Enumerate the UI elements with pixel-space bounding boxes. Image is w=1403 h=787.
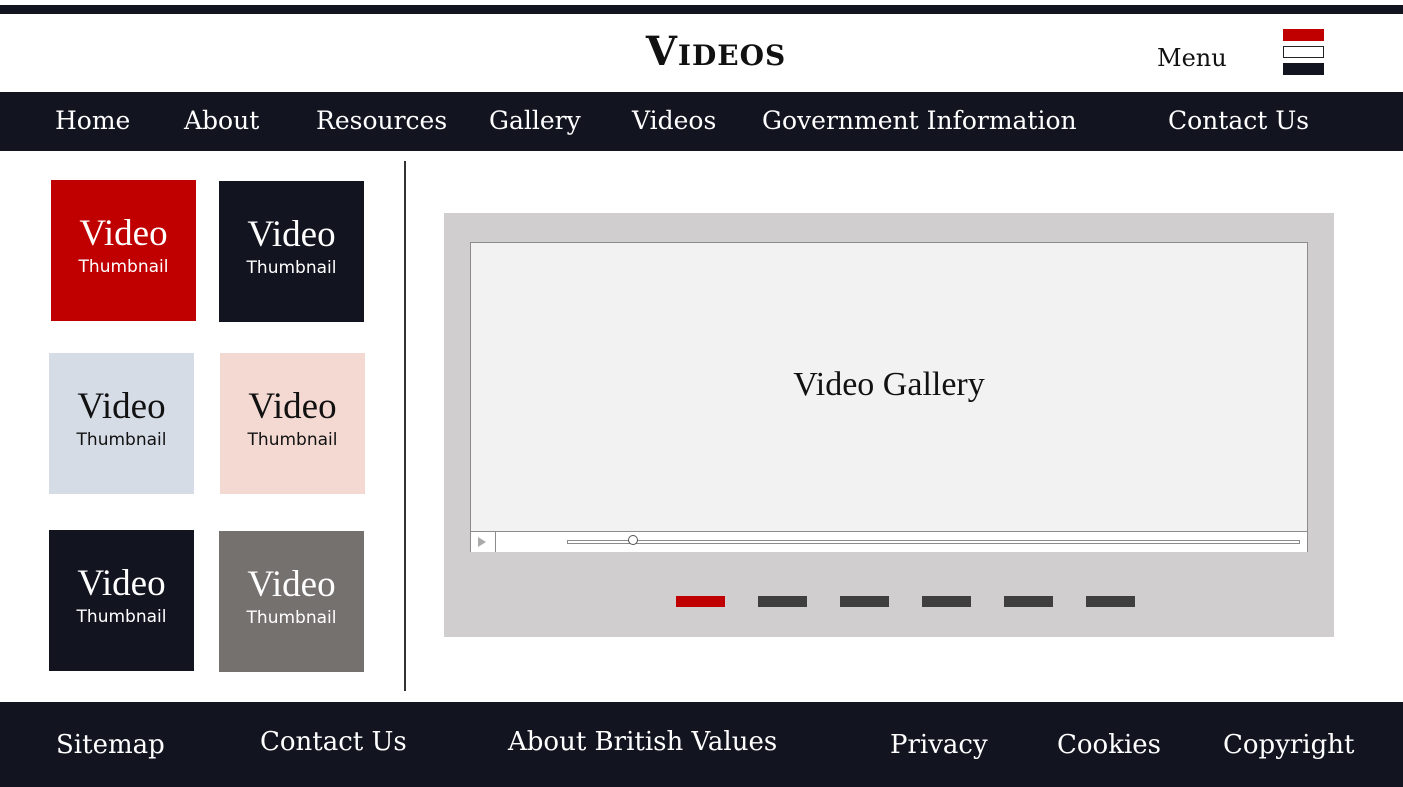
nav-item-home[interactable]: Home [55,104,130,138]
thumbnail-title: Video [247,214,336,255]
footer: Sitemap Contact Us About British Values … [0,702,1403,787]
thumbnail-subtitle: Thumbnail [246,258,337,278]
menu-label[interactable]: Menu [1157,43,1227,73]
main-nav: Home About Resources Gallery Videos Gove… [0,92,1403,151]
footer-link-sitemap[interactable]: Sitemap [56,728,165,762]
video-thumbnail[interactable]: Video Thumbnail [49,353,194,494]
thumbnail-title: Video [248,386,337,427]
video-thumbnail[interactable]: Video Thumbnail [51,180,196,321]
menu-bar-bottom [1283,63,1324,75]
pager-dot[interactable] [840,596,889,607]
video-thumbnail[interactable]: Video Thumbnail [219,181,364,322]
footer-link-privacy[interactable]: Privacy [890,728,988,762]
menu-bar-top [1283,29,1324,41]
video-thumbnail[interactable]: Video Thumbnail [49,530,194,671]
nav-item-resources[interactable]: Resources [316,104,447,138]
top-border [0,0,1403,15]
thumbnail-subtitle: Thumbnail [246,608,337,628]
nav-item-videos[interactable]: Videos [632,104,716,138]
play-icon[interactable] [471,532,496,552]
nav-item-contact-us[interactable]: Contact Us [1168,104,1309,138]
hamburger-menu-icon[interactable] [1283,29,1325,75]
gallery-pager [676,596,1136,608]
player-controls [471,531,1307,552]
player-title: Video Gallery [793,366,985,403]
thumbnail-title: Video [77,563,166,604]
seek-bar[interactable] [567,540,1300,544]
thumbnail-subtitle: Thumbnail [76,430,167,450]
thumbnail-title: Video [77,386,166,427]
pager-dot[interactable] [1004,596,1053,607]
nav-item-about[interactable]: About [184,104,259,138]
pager-dot[interactable] [1086,596,1135,607]
thumbnail-subtitle: Thumbnail [78,257,169,277]
menu-bar-middle [1283,46,1324,58]
pager-dot[interactable] [676,596,725,607]
thumbnail-title: Video [247,564,336,605]
thumbnail-title: Video [79,213,168,254]
video-thumbnail[interactable]: Video Thumbnail [220,353,365,494]
video-player[interactable]: Video Gallery [470,242,1308,552]
footer-link-contact-us[interactable]: Contact Us [260,725,407,759]
pager-dot[interactable] [922,596,971,607]
footer-link-about-british-values[interactable]: About British Values [508,725,777,759]
vertical-divider [404,161,406,691]
footer-link-copyright[interactable]: Copyright [1223,728,1354,762]
thumbnail-subtitle: Thumbnail [247,430,338,450]
pager-dot[interactable] [758,596,807,607]
nav-item-government-information[interactable]: Government Information [762,104,1077,138]
seek-handle[interactable] [627,535,638,545]
thumbnail-subtitle: Thumbnail [76,607,167,627]
video-thumbnail[interactable]: Video Thumbnail [219,531,364,672]
nav-item-gallery[interactable]: Gallery [489,104,581,138]
footer-link-cookies[interactable]: Cookies [1057,728,1161,762]
